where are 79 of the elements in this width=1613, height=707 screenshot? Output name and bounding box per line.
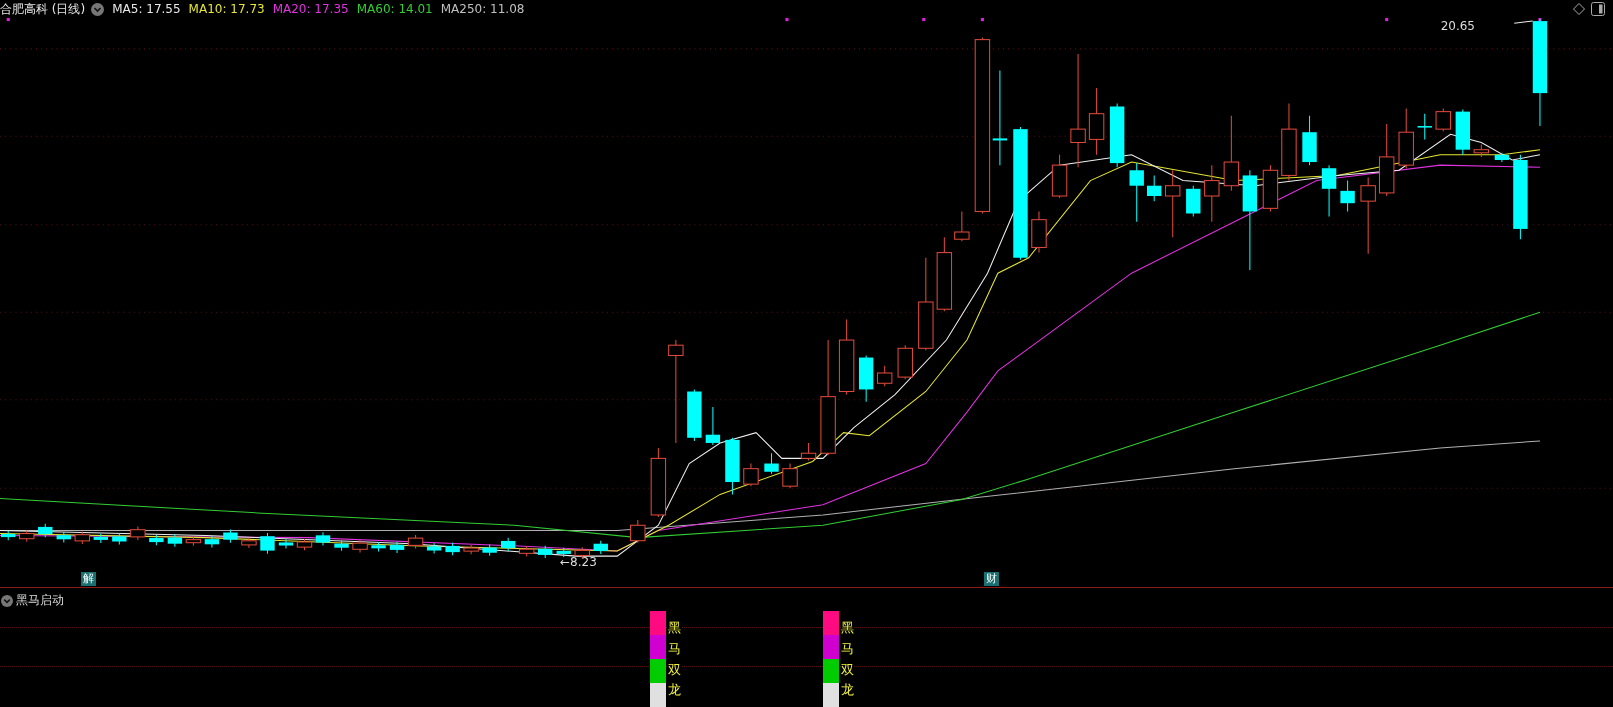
candlestick bbox=[38, 523, 53, 538]
candlestick bbox=[556, 547, 571, 558]
candlestick bbox=[296, 538, 313, 551]
candlestick bbox=[725, 437, 740, 495]
candlestick bbox=[687, 388, 702, 442]
stock-title: 合肥高科 (日线) bbox=[0, 0, 86, 18]
candlestick bbox=[167, 533, 183, 548]
panel-toggle-icon[interactable] bbox=[1591, 2, 1605, 16]
candlestick bbox=[800, 442, 817, 461]
candlestick bbox=[1051, 154, 1068, 199]
candlestick bbox=[482, 543, 497, 557]
candlestick bbox=[315, 531, 331, 547]
candlestick bbox=[260, 532, 275, 555]
candlestick bbox=[1165, 169, 1181, 238]
candlestick bbox=[352, 539, 368, 553]
candlestick bbox=[743, 463, 759, 487]
candlestick bbox=[501, 537, 516, 552]
candlestick bbox=[1302, 115, 1317, 166]
candlestick bbox=[705, 406, 721, 446]
candlestick bbox=[1147, 174, 1162, 202]
candlestick bbox=[112, 532, 127, 546]
collapse-icon[interactable] bbox=[91, 2, 105, 16]
candlestick bbox=[1, 530, 16, 541]
candlestick bbox=[93, 533, 108, 544]
candlestick bbox=[1435, 108, 1451, 132]
candlestick bbox=[538, 545, 553, 559]
candlestick bbox=[1321, 164, 1337, 218]
leader-line bbox=[1513, 20, 1534, 24]
candlestick bbox=[764, 452, 779, 475]
event-marker[interactable]: 解 bbox=[80, 572, 96, 586]
candlestick bbox=[1088, 87, 1105, 156]
candlestick bbox=[445, 542, 460, 556]
event-marker[interactable]: 财 bbox=[983, 572, 999, 586]
candlestick bbox=[426, 542, 442, 555]
candlestick bbox=[1186, 185, 1201, 218]
moving-average-value: MA60: 14.01 bbox=[356, 2, 433, 16]
candlestick bbox=[1340, 180, 1355, 212]
moving-average-value: MA10: 17.73 bbox=[188, 2, 265, 16]
candlestick bbox=[1031, 210, 1047, 254]
moving-average-value: MA250: 11.08 bbox=[440, 2, 525, 16]
candlestick bbox=[1262, 164, 1279, 212]
candlestick bbox=[463, 544, 479, 555]
candlestick bbox=[407, 534, 424, 549]
candlestick bbox=[1494, 152, 1510, 163]
candlestick bbox=[630, 519, 646, 544]
candlestick bbox=[223, 528, 238, 544]
candlestick bbox=[1473, 144, 1490, 158]
moving-average-value: MA5: 17.55 bbox=[112, 2, 181, 16]
candlestick bbox=[518, 545, 535, 557]
indicator-title: 黑马启动 bbox=[16, 592, 64, 609]
candlestick bbox=[389, 541, 405, 554]
candlestick bbox=[782, 463, 798, 489]
collapse-icon[interactable] bbox=[1, 594, 13, 607]
candlestick bbox=[897, 344, 913, 380]
candlestick bbox=[1455, 109, 1470, 156]
candlestick bbox=[19, 529, 35, 543]
low-price-label: ←8.23 bbox=[560, 555, 597, 569]
candlestick bbox=[858, 354, 874, 403]
candlestick bbox=[149, 534, 164, 546]
candlestick bbox=[130, 526, 146, 541]
candlestick bbox=[185, 536, 202, 547]
candlestick bbox=[876, 365, 893, 387]
candlestick bbox=[650, 447, 667, 518]
moving-average-value: MA20: 17.35 bbox=[272, 2, 349, 16]
candlestick bbox=[1109, 102, 1125, 168]
diamond-icon[interactable] bbox=[1573, 3, 1585, 15]
candlestick bbox=[74, 531, 90, 545]
candlestick bbox=[241, 537, 257, 549]
candlestick bbox=[334, 540, 349, 552]
candlestick bbox=[278, 538, 294, 550]
candlestick bbox=[204, 535, 220, 548]
candlestick bbox=[1417, 113, 1432, 140]
candlestick bbox=[1204, 164, 1220, 223]
candlestick bbox=[1398, 108, 1414, 169]
candlestick bbox=[1129, 162, 1144, 223]
high-price-label: 20.65 bbox=[1440, 19, 1475, 33]
candlestick bbox=[593, 540, 608, 555]
candlestick bbox=[56, 531, 71, 543]
candlestick bbox=[371, 541, 386, 552]
